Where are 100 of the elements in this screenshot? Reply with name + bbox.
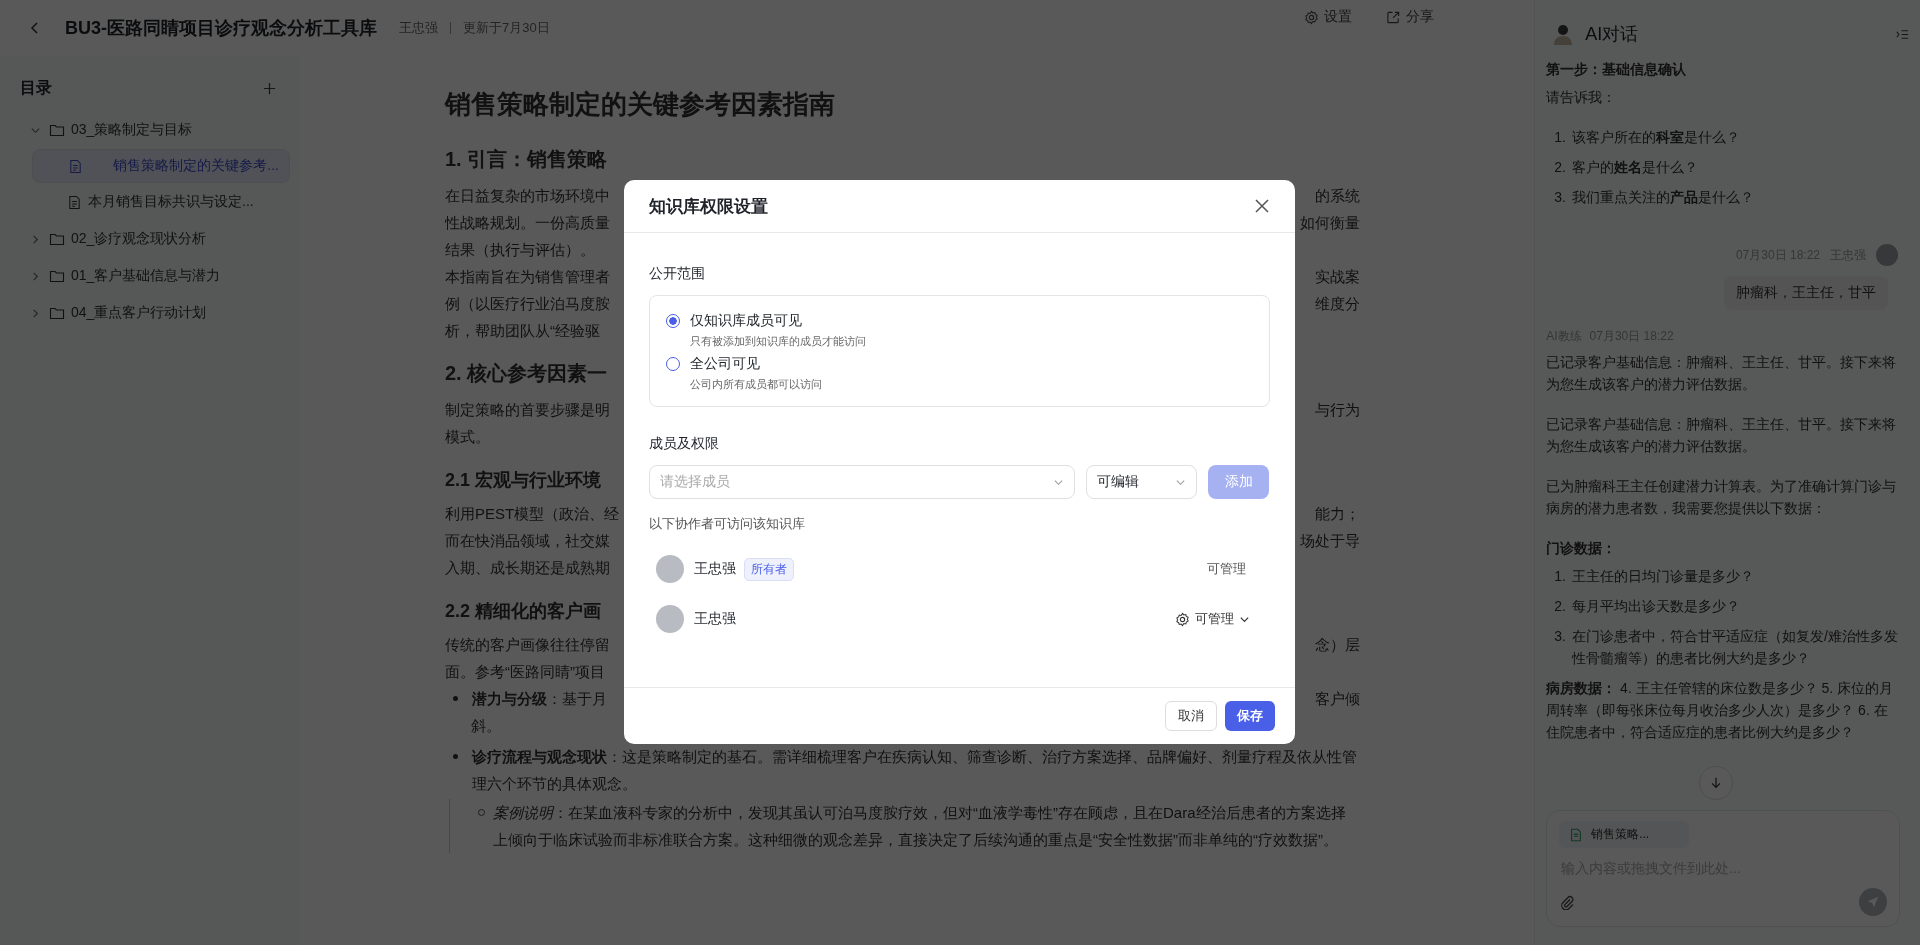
- paragraph-text: 斜。: [471, 716, 501, 736]
- paragraph-text: 场处于导: [1300, 531, 1360, 551]
- paragraph-text: 例（以医疗行业泊马度胺: [445, 294, 610, 314]
- permission-text: 可管理: [1207, 560, 1246, 578]
- paragraph-text: 能力；: [1315, 504, 1360, 524]
- bullet-text: 案例说明：在某血液科专家的分析中，发现其虽认可泊马度胺疗效，但对“血液学毒性”存在顾虑，且在Dara经治后患者的方案选择上倾向于临床试验而非标准联合方案。这种细微的观念差异，直接决定了后续沟通的重点是“安全性数据”而非单纯的“疗效数据”。: [493, 803, 1347, 850]
- document-icon: [67, 194, 82, 210]
- paragraph-text: 念）层: [1315, 635, 1360, 655]
- paragraph-text: 本指南旨在为销售管理者: [445, 267, 610, 287]
- option-description: 公司内所有成员都可以访问: [690, 377, 822, 392]
- tree-item[interactable]: 02_诊疗观念现状分析: [26, 221, 290, 257]
- folder-icon: [49, 231, 65, 247]
- option-label: 全公司可见: [690, 355, 761, 373]
- message-text: 已记录客户基础信息：肿瘤科、王主任、甘平。接下来将为您生成该客户的潜力评估数据。: [1546, 415, 1898, 456]
- dialog-title: 知识库权限设置: [649, 195, 768, 218]
- tree-item[interactable]: 销售策略制定的关键参考...: [32, 149, 290, 183]
- tree-item[interactable]: 03_策略制定与目标: [26, 112, 290, 148]
- member-name: 王忠强: [694, 560, 736, 578]
- paragraph-text: 制定策略的首要步骤是明: [445, 400, 610, 420]
- owner-tag: 所有者: [744, 557, 794, 581]
- member-avatar: [656, 555, 684, 583]
- share-icon: [1386, 9, 1402, 25]
- paragraph-text: 模式。: [445, 427, 490, 447]
- document-title: 销售策略制定的关键参考因素指南: [445, 88, 836, 121]
- cancel-button[interactable]: 取消: [1165, 701, 1217, 731]
- section-label: 公开范围: [649, 265, 706, 283]
- paragraph-text: 传统的客户画像往往停留: [445, 635, 610, 655]
- message-text: 病房数据： 4. 王主任管辖的床位数是多少？ 5. 床位的月周转率（即每张床位每月收治多少人次）是多少？ 6. 在住院患者中，符合适应症的患者比例大约是多少？: [1546, 679, 1895, 742]
- document-icon: [68, 158, 83, 174]
- member-select-field[interactable]: 请选择成员: [649, 465, 1075, 499]
- chevron-right-icon[interactable]: [30, 270, 41, 282]
- paragraph-text: 结果（执行与评估）。: [445, 240, 595, 260]
- paragraph-text: 在日益复杂的市场环境中: [445, 186, 610, 206]
- section-heading: 1. 引言：销售策略: [445, 147, 608, 172]
- save-button[interactable]: 保存: [1225, 701, 1275, 731]
- paragraph-text: 维度分: [1315, 294, 1360, 314]
- send-icon: [1866, 895, 1880, 909]
- paragraph-text: 的系统: [1315, 186, 1360, 206]
- list-number: 3.: [1554, 188, 1566, 207]
- paragraph-text: 客户倾: [1315, 689, 1360, 709]
- member-avatar: [656, 605, 684, 633]
- paragraph-text: 入期、成长期还是成熟期: [445, 558, 610, 578]
- subsection-heading: 2.2 精细化的客户画: [445, 600, 602, 623]
- paragraph-text: 潜力与分级：基于月: [472, 689, 607, 709]
- attachment-chip[interactable]: 销售策略...: [1559, 821, 1690, 848]
- list-item-text: 该客户所在的科室是什么？: [1571, 128, 1740, 147]
- permission-select-field[interactable]: 可编辑: [1086, 465, 1197, 499]
- list-item-text: 客户的姓名是什么？: [1571, 158, 1698, 177]
- chevron-right-icon[interactable]: [30, 307, 41, 319]
- paragraph-text: 实战案: [1315, 267, 1360, 287]
- list-number: 3.: [1554, 627, 1566, 646]
- settings-icon: [1304, 9, 1320, 25]
- chevron-right-icon[interactable]: [30, 233, 41, 245]
- bullet-dot: [453, 696, 458, 701]
- paragraph-text: 而在快消品领域，社交媒: [445, 531, 610, 551]
- list-item-text: 在门诊患者中，符合甘平适应症（如复发/难治性多发性骨髓瘤等）的患者比例大约是多少？: [1571, 627, 1898, 668]
- paragraph-text: 与行为: [1315, 400, 1360, 420]
- message-text: 已记录客户基础信息：肿瘤科、王主任、甘平。接下来将为您生成该客户的潜力评估数据。: [1546, 353, 1898, 394]
- send-button[interactable]: [1859, 888, 1887, 916]
- close-icon[interactable]: [1254, 198, 1270, 214]
- paragraph-text: 如何衡量: [1300, 213, 1360, 233]
- message-heading: 第一步：基础信息确认: [1546, 60, 1688, 79]
- paragraph-text: 析，帮助团队从“经验驱: [445, 321, 600, 341]
- message-text: 请告诉我：: [1546, 88, 1618, 107]
- bullet-text: 诊疗流程与观念现状：这是策略制定的基石。需详细梳理客户在疾病认知、筛查诊断、治疗方案选择、品牌偏好、剂量疗程及依从性管理六个环节的具体观念。: [472, 747, 1358, 794]
- collaborators-label: 以下协作者可访问该知识库: [649, 515, 806, 533]
- tree-item[interactable]: 04_重点客户行动计划: [26, 295, 290, 331]
- option-description: 只有被添加到知识库的成员才能访问: [690, 334, 866, 349]
- section-heading: 2. 核心参考因素一: [445, 361, 608, 386]
- sidebar-title: 目录: [20, 78, 52, 98]
- subsection-heading: 2.1 宏观与行业环境: [445, 469, 602, 492]
- paragraph-text: 面。参考“医路同睛”项目: [445, 662, 605, 682]
- section-label: 成员及权限: [649, 435, 720, 453]
- tree-item[interactable]: 01_客户基础信息与潜力: [26, 258, 290, 294]
- user-avatar: [1876, 244, 1898, 266]
- paragraph-text: 利用PEST模型（政治、经: [445, 504, 620, 524]
- add-icon[interactable]: [262, 81, 277, 96]
- document-icon: [1569, 827, 1584, 842]
- list-number: 1.: [1554, 128, 1566, 147]
- list-item-text: 王主任的日均门诊量是多少？: [1571, 567, 1754, 586]
- permission-dropdown[interactable]: 可管理: [1175, 610, 1250, 628]
- list-item-text: 每月平均出诊天数是多少？: [1571, 597, 1740, 616]
- settings-button[interactable]: 设置: [1304, 8, 1353, 26]
- scroll-down-button[interactable]: [1699, 766, 1734, 800]
- gear-icon: [1175, 611, 1190, 627]
- radio-button[interactable]: [666, 314, 680, 328]
- member-name: 王忠强: [694, 610, 736, 628]
- message-heading: 门诊数据：: [1546, 539, 1618, 558]
- bullet-dot: [453, 754, 458, 759]
- list-item-text: 我们重点关注的产品是什么？: [1571, 188, 1754, 207]
- share-button[interactable]: 分享: [1386, 8, 1435, 26]
- tree-item[interactable]: 本月销售目标共识与设定...: [32, 184, 290, 220]
- list-number: 2.: [1554, 597, 1566, 616]
- chat-title: AI对话: [1585, 23, 1639, 46]
- paperclip-icon[interactable]: [1559, 894, 1576, 910]
- list-number: 1.: [1554, 567, 1566, 586]
- option-label: 仅知识库成员可见: [690, 312, 803, 330]
- knowledge-base-title: BU3-医路同睛项目诊疗观念分析工具库: [65, 17, 377, 40]
- folder-icon: [49, 122, 65, 138]
- list-number: 2.: [1554, 158, 1566, 177]
